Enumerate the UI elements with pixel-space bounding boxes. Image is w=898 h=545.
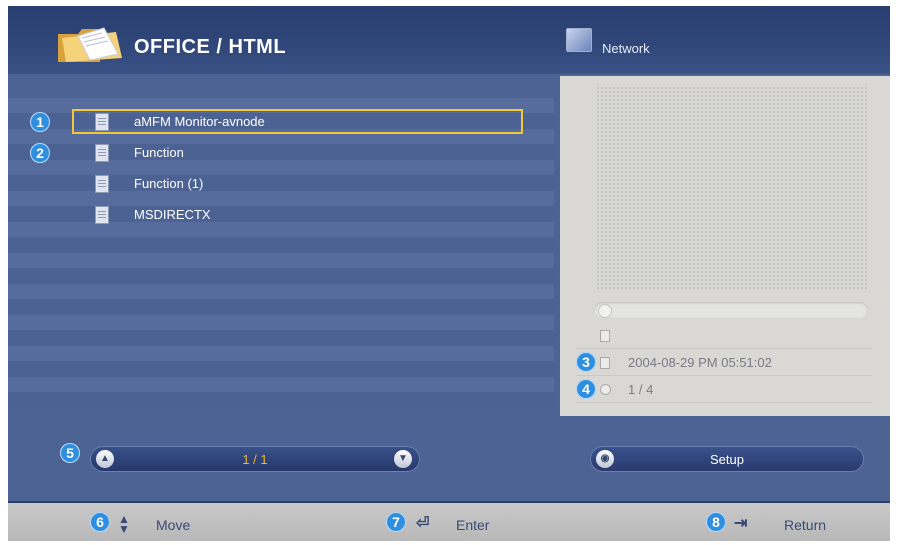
file-name: Function (1) [134, 176, 204, 191]
info-row-date: 3 2004-08-29 PM 05:51:02 [576, 349, 872, 376]
file-row-3[interactable]: Function (1) [8, 168, 554, 199]
info-row-type [576, 322, 872, 349]
file-name: MSDIRECTX [134, 207, 211, 222]
file-name: Function [134, 145, 184, 160]
file-date: 2004-08-29 PM 05:51:02 [628, 355, 772, 370]
network-icon [566, 28, 592, 52]
enter-icon: ⏎ [416, 515, 430, 532]
setup-button[interactable]: ◉ Setup [590, 446, 864, 472]
file-row-2[interactable]: 2 Function [8, 137, 554, 168]
callout-badge-5: 5 [60, 443, 80, 463]
return-icon: ⇥ [734, 515, 748, 532]
document-icon [95, 175, 109, 193]
enter-label: Enter [456, 517, 490, 533]
setup-label: Setup [710, 452, 744, 467]
file-row-4[interactable]: MSDIRECTX [8, 199, 554, 230]
page-down-button[interactable]: ▼ [394, 450, 412, 468]
move-label: Move [156, 517, 191, 533]
footer-move: 6 ▲ ▼ Move [90, 511, 220, 535]
index-icon [600, 384, 611, 395]
date-icon [600, 357, 610, 369]
footer-bar: 6 ▲ ▼ Move 7 ⏎ Enter 8 ⇥ Return [8, 501, 890, 541]
media-browser-screen: OFFICE / HTML Network 1 aMFM Monitor-avn… [8, 6, 890, 541]
callout-badge-1: 1 [30, 112, 50, 132]
page-title: OFFICE / HTML [134, 36, 287, 58]
callout-badge-6: 6 [90, 512, 110, 532]
file-type-icon [600, 330, 610, 342]
header-bar: OFFICE / HTML Network [8, 6, 890, 74]
callout-badge-3: 3 [576, 352, 596, 372]
progress-knob[interactable] [598, 304, 612, 318]
file-name: aMFM Monitor-avnode [134, 114, 265, 129]
folder-icon [58, 27, 122, 62]
info-panel: 3 2004-08-29 PM 05:51:02 4 1 / 4 [560, 76, 890, 416]
preview-area [596, 86, 868, 290]
network-label: Network [602, 41, 650, 56]
page-indicator: 1 / 1 [242, 452, 268, 467]
return-label: Return [784, 517, 827, 533]
callout-badge-2: 2 [30, 143, 50, 163]
callout-badge-7: 7 [386, 512, 406, 532]
footer-enter: 7 ⏎ Enter [386, 511, 516, 535]
document-icon [95, 206, 109, 224]
callout-badge-8: 8 [706, 512, 726, 532]
file-index: 1 / 4 [628, 382, 654, 397]
file-list: 1 aMFM Monitor-avnode 2 Function Functio… [8, 98, 554, 410]
callout-badge-4: 4 [576, 379, 596, 399]
up-down-arrows-icon: ▲ ▼ [118, 512, 130, 536]
info-row-index: 4 1 / 4 [576, 376, 872, 403]
document-icon [95, 144, 109, 162]
playback-progress-bar[interactable] [594, 302, 868, 318]
document-icon [95, 113, 109, 131]
page-navigator: ▲ 1 / 1 ▼ [90, 446, 420, 472]
footer-return: 8 ⇥ Return [706, 511, 856, 535]
file-row-1[interactable]: 1 aMFM Monitor-avnode [8, 106, 554, 137]
